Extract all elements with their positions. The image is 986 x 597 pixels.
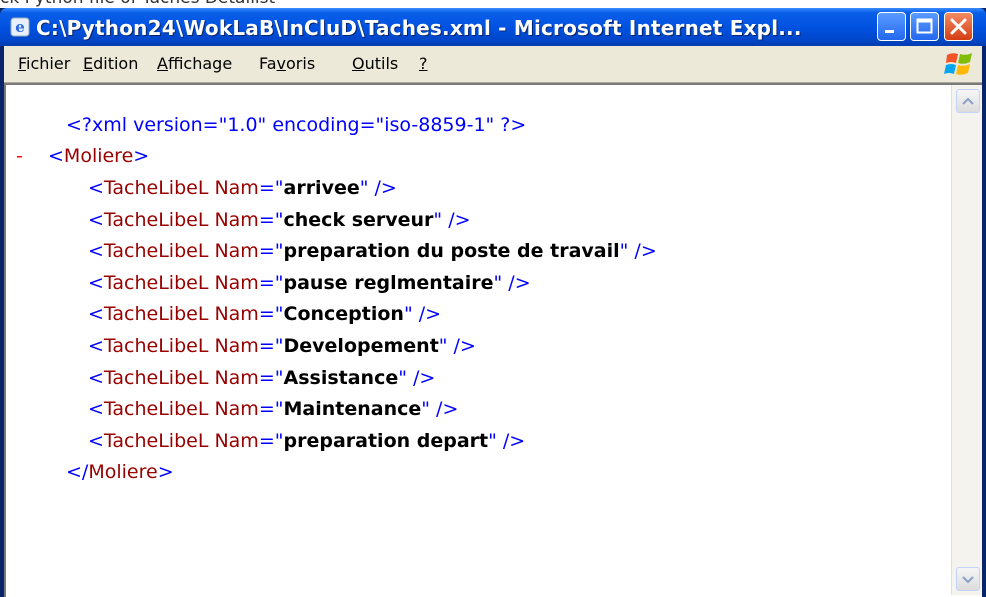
attribute-value: preparation depart xyxy=(283,429,489,452)
attribute-name: Nam xyxy=(214,335,259,357)
xml-element-line: <TacheLibeL Nam="preparation du poste de… xyxy=(88,240,657,263)
attribute-value: check serveur xyxy=(283,208,434,231)
menu-fichier[interactable]: Fichier xyxy=(18,54,70,73)
minimize-icon xyxy=(885,30,894,33)
collapse-toggle[interactable]: - xyxy=(16,142,23,170)
chevron-down-icon xyxy=(962,576,974,584)
root-close-line: </Moliere> xyxy=(66,461,174,483)
attribute-name: Nam xyxy=(214,271,259,294)
chevron-up-icon xyxy=(962,97,974,105)
element-name: TacheLibeL xyxy=(103,208,209,231)
attribute-value: Conception xyxy=(283,303,404,326)
caption-above: ck Python file of Taches Detailist xyxy=(0,0,275,8)
scroll-up-button[interactable] xyxy=(956,89,980,113)
xml-element-line: <TacheLibeL Nam="Maintenance" /> xyxy=(88,398,459,421)
attribute-name: Nam xyxy=(214,240,259,263)
menu-favoris[interactable]: Favoris xyxy=(259,54,315,73)
windows-logo-icon xyxy=(944,53,972,75)
element-name: TacheLibeL xyxy=(103,240,209,263)
menu-bar: Fichier Edition Affichage Favoris Outils… xyxy=(4,46,982,83)
attribute-name: Nam xyxy=(214,429,259,452)
xml-element-line: <TacheLibeL Nam="Assistance" /> xyxy=(88,366,436,389)
menu-outils[interactable]: Outils xyxy=(352,54,398,73)
maximize-button[interactable] xyxy=(910,12,939,41)
element-name: TacheLibeL xyxy=(103,271,209,294)
root-open-tag: Moliere xyxy=(63,145,134,167)
root-open-line: - <Moliere> xyxy=(6,142,606,170)
xml-element-line: <TacheLibeL Nam="preparation depart" /> xyxy=(88,429,526,452)
attribute-name: Nam xyxy=(214,398,259,421)
svg-text:e: e xyxy=(15,18,25,36)
menu-help[interactable]: ? xyxy=(419,54,428,73)
close-icon xyxy=(950,18,967,35)
xml-element-line: <TacheLibeL Nam="check serveur" /> xyxy=(88,208,471,231)
element-name: TacheLibeL xyxy=(103,398,209,421)
element-name: TacheLibeL xyxy=(103,177,209,199)
attribute-value: arrivee xyxy=(283,177,360,199)
element-name: TacheLibeL xyxy=(103,303,209,326)
scroll-down-button[interactable] xyxy=(956,567,980,591)
attribute-value: pause reglmentaire xyxy=(283,271,494,294)
menu-edition[interactable]: Edition xyxy=(83,54,138,73)
minimize-button[interactable] xyxy=(877,12,906,41)
xml-element-line: <TacheLibeL Nam="pause reglmentaire" /> xyxy=(88,271,531,294)
vertical-scrollbar[interactable] xyxy=(951,85,982,595)
element-name: TacheLibeL xyxy=(103,335,209,357)
xml-declaration: <?xml version="1.0" encoding="iso-8859-1… xyxy=(66,114,527,136)
attribute-name: Nam xyxy=(214,177,259,199)
document-content: <?xml version="1.0" encoding="iso-8859-1… xyxy=(4,83,982,597)
attribute-value: Developement xyxy=(283,335,439,357)
element-name: TacheLibeL xyxy=(103,366,209,389)
element-name: TacheLibeL xyxy=(103,429,209,452)
attribute-name: Nam xyxy=(214,208,259,231)
window-title: C:\Python24\WokLaB\InCluD\Taches.xml - M… xyxy=(36,16,802,40)
xml-element-line: <TacheLibeL Nam="Conception" /> xyxy=(88,303,442,326)
attribute-value: Maintenance xyxy=(283,398,422,421)
attribute-value: Assistance xyxy=(283,366,399,389)
xml-element-line: <TacheLibeL Nam="arrivee" /> xyxy=(88,177,397,199)
menu-affichage[interactable]: Affichage xyxy=(157,54,232,73)
attribute-value: preparation du poste de travail xyxy=(283,240,620,263)
title-bar[interactable]: e C:\Python24\WokLaB\InCluD\Taches.xml -… xyxy=(0,8,986,46)
attribute-name: Nam xyxy=(214,366,259,389)
attribute-name: Nam xyxy=(214,303,259,326)
xml-element-line: <TacheLibeL Nam="Developement" /> xyxy=(88,335,476,357)
maximize-icon xyxy=(916,18,933,34)
ie-icon: e xyxy=(10,17,30,37)
xml-view: <?xml version="1.0" encoding="iso-8859-1… xyxy=(6,85,946,595)
root-close-tag: Moliere xyxy=(88,461,158,483)
ie-window: e C:\Python24\WokLaB\InCluD\Taches.xml -… xyxy=(0,8,986,597)
close-button[interactable] xyxy=(944,12,973,41)
